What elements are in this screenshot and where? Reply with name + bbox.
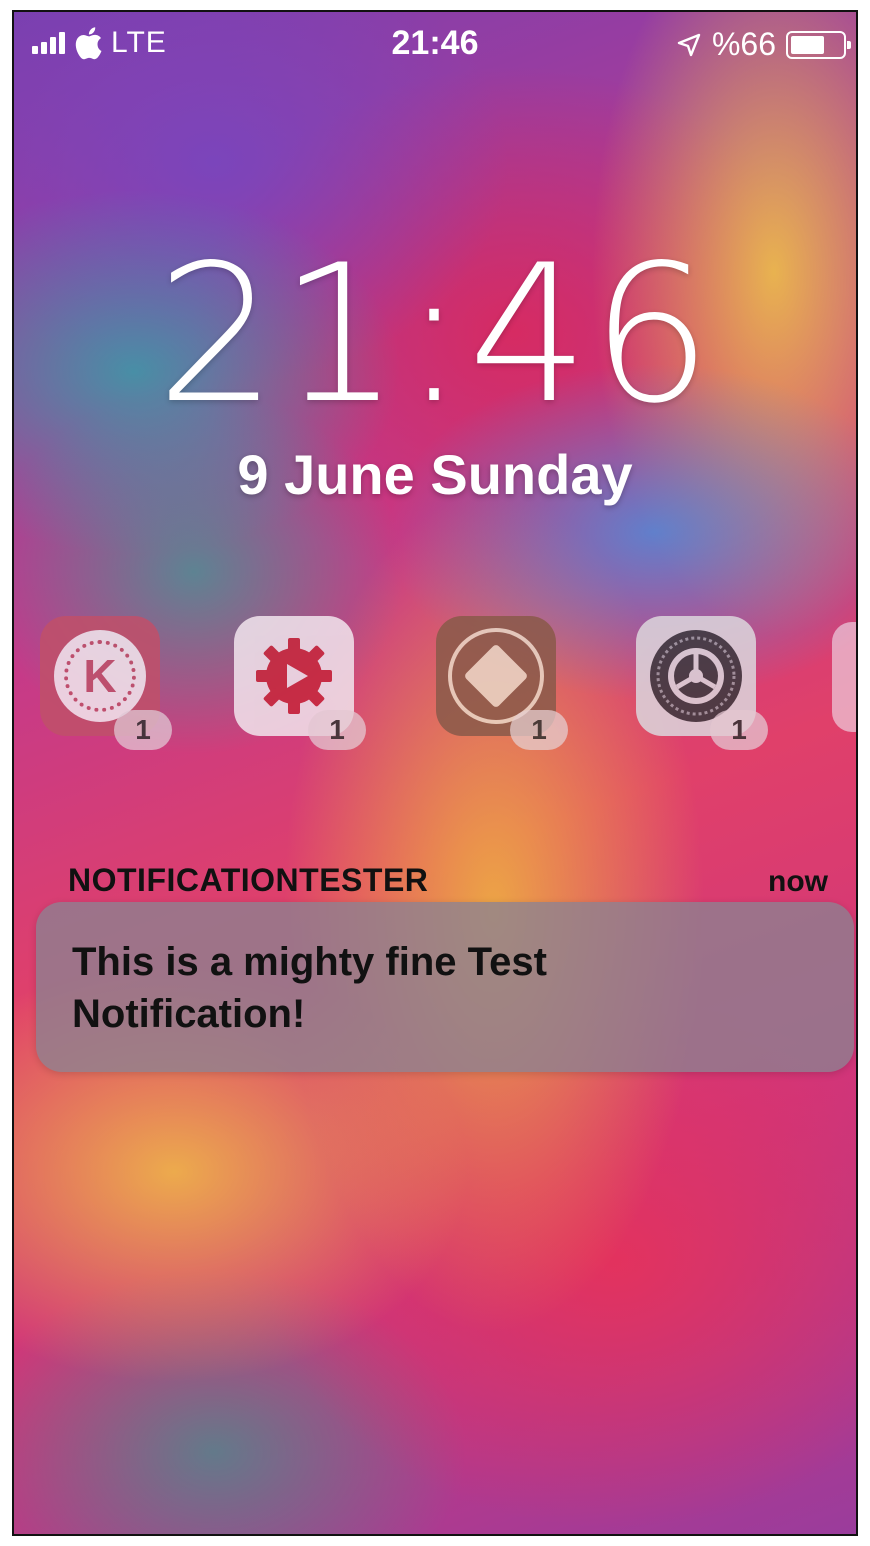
phone-screen: LTE 21:46 %66 21:46 9 June Sunday K 1 1 … xyxy=(12,10,858,1536)
kinemaster-glyph: K xyxy=(54,630,146,722)
app-icon-row: K 1 1 1 1 xyxy=(14,616,856,756)
battery-cap xyxy=(847,40,851,49)
notification-time: now xyxy=(768,865,828,898)
settings-icon[interactable]: 1 xyxy=(636,616,768,750)
notification-header: NOTIFICATIONTESTER now xyxy=(68,862,828,899)
kinemaster-icon[interactable]: K 1 xyxy=(40,616,172,750)
notification-body-line: This is a mighty fine Test xyxy=(72,940,547,984)
partial-app-icon[interactable] xyxy=(832,622,856,732)
notification-badge: 1 xyxy=(510,710,568,750)
location-arrow-icon xyxy=(677,33,701,56)
notification-badge: 1 xyxy=(308,710,366,750)
toolbox-gear-play-icon[interactable]: 1 xyxy=(234,616,366,750)
notification-badge: 1 xyxy=(114,710,172,750)
notification-badge: 1 xyxy=(710,710,768,750)
notification-body-line: Notification! xyxy=(72,992,306,1036)
lock-screen-date: 9 June Sunday xyxy=(237,443,633,506)
notification-card[interactable]: This is a mighty fine Test Notification! xyxy=(36,902,854,1072)
status-right: %66 xyxy=(676,26,851,63)
cydia-box-icon xyxy=(463,643,529,709)
lock-screen-clock: 21:46 xyxy=(156,224,714,445)
battery-icon xyxy=(786,30,851,59)
notification-body: This is a mighty fine Test Notification! xyxy=(72,936,824,1040)
notification-app-name: NOTIFICATIONTESTER xyxy=(68,862,429,898)
battery-level-fill xyxy=(791,35,824,54)
status-bar: LTE 21:46 %66 xyxy=(14,12,856,76)
battery-percent: %66 xyxy=(711,26,776,62)
cydia-icon[interactable]: 1 xyxy=(436,616,568,750)
gear-play-icon xyxy=(256,638,332,714)
